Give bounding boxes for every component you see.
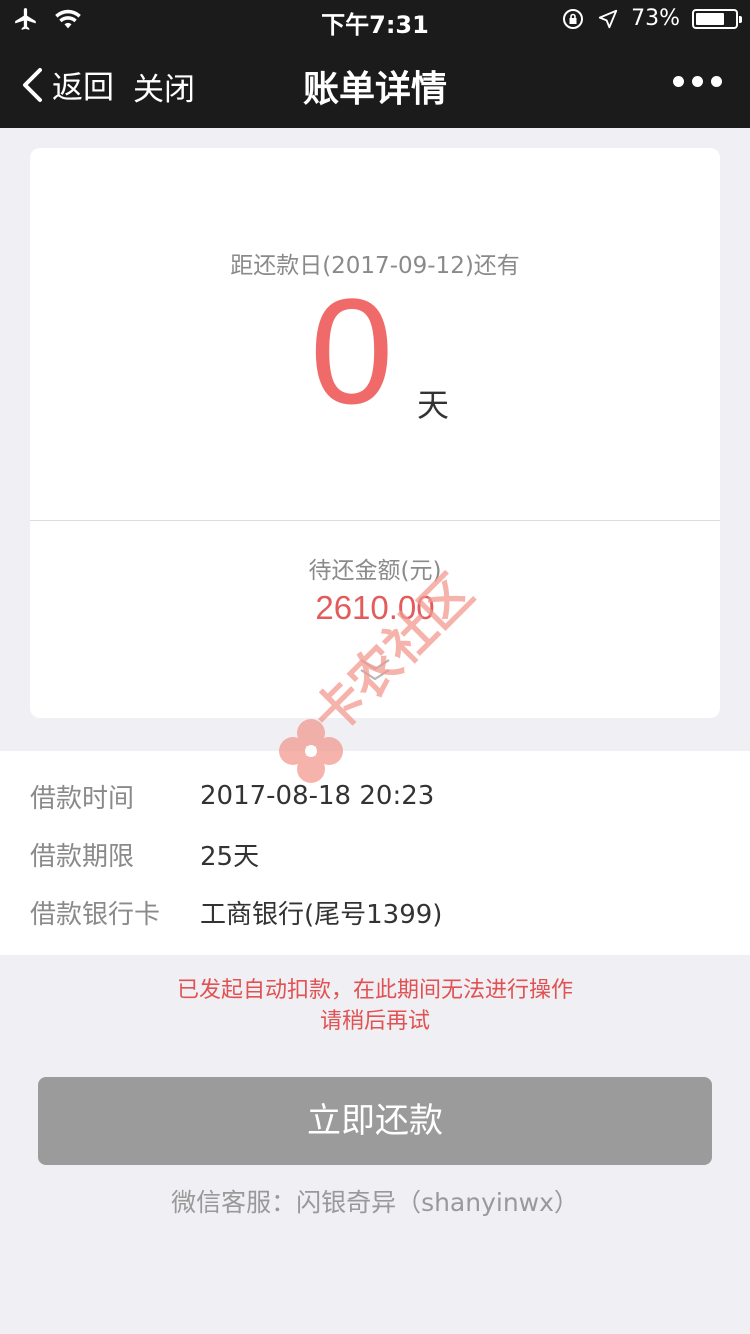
back-button[interactable]: 返回 [20,62,114,107]
battery-icon [692,8,742,29]
auto-debit-notice: 已发起自动扣款，在此期间无法进行操作 请稍后再试 [0,975,750,1037]
close-button[interactable]: 关闭 [133,64,195,109]
loan-term-value: 25天 [200,841,260,872]
bill-summary-card: 距还款日(2017-09-12)还有 0 天 待还金额(元) 2610.00 [30,148,720,718]
status-right: 73% [561,6,742,31]
chevron-left-icon [23,67,42,102]
loan-info-row-term: 借款期限 25天 [0,825,750,883]
amount-due-value: 2610.00 [315,589,435,626]
back-label: 返回 [52,70,114,106]
repay-now-button[interactable]: 立即还款 [38,1077,712,1165]
amount-due-label: 待还金额(元) [308,558,442,584]
loan-info-row-time: 借款时间 2017-08-18 20:23 [0,767,750,825]
loan-info-row-card: 借款银行卡 工商银行(尾号1399) [0,883,750,941]
status-bar: 下午7:31 73% [0,0,750,40]
customer-service-text: 微信客服：闪银奇异（shanyinwx） [171,1188,579,1217]
loan-time-label: 借款时间 [30,783,135,814]
more-options-icon[interactable] [673,76,722,87]
location-arrow-icon [598,9,618,28]
bank-card-value: 工商银行(尾号1399) [200,899,443,930]
double-chevron-down-icon[interactable] [358,656,392,684]
bank-card-label: 借款银行卡 [30,899,161,930]
notice-line-1: 已发起自动扣款，在此期间无法进行操作 [176,978,573,1003]
orientation-lock-icon [563,8,584,29]
days-remaining-value: 0 [310,267,394,435]
loan-time-value: 2017-08-18 20:23 [200,781,435,811]
notice-line-2: 请稍后再试 [319,1009,430,1034]
loan-term-label: 借款期限 [30,841,135,872]
nav-bar: 返回 关闭 账单详情 [0,40,750,128]
card-divider [30,520,720,521]
battery-level-fill [696,12,724,25]
loan-info-section: 借款时间 2017-08-18 20:23 借款期限 25天 借款银行卡 工商银… [0,751,750,955]
battery-percent: 73% [631,6,680,31]
days-unit: 天 [417,386,450,424]
